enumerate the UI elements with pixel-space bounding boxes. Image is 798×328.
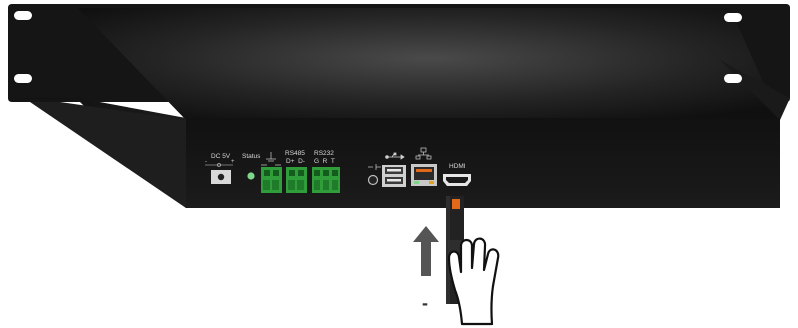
hand-pointer-icon — [447, 237, 500, 326]
terminal-block-rs485[interactable] — [286, 167, 307, 193]
minus-sign: - — [422, 293, 428, 313]
front-panel — [186, 118, 780, 208]
ethernet-port[interactable] — [411, 164, 437, 186]
mount-hole — [724, 13, 742, 22]
rs485-pins-label: D+ D- — [286, 158, 305, 165]
status-label: Status — [242, 153, 261, 160]
rs232-pins-label: G R T — [314, 158, 335, 165]
svg-text:+: + — [231, 159, 235, 165]
terminal-block-rs232[interactable] — [312, 167, 340, 193]
terminal-block-power[interactable] — [261, 167, 282, 193]
hdmi-port[interactable] — [443, 174, 471, 186]
chassis-top-surface — [78, 8, 780, 120]
status-led — [247, 172, 255, 180]
chassis-left-bevel — [30, 102, 186, 208]
usb-ports[interactable] — [382, 165, 406, 187]
rs232-label: RS232 — [314, 150, 334, 157]
up-arrow-icon — [413, 226, 439, 276]
mount-hole — [724, 74, 742, 83]
audio-jack[interactable] — [367, 174, 379, 186]
rs485-label: RS485 — [285, 150, 305, 157]
hdmi-label: HDMI — [449, 163, 466, 170]
mount-hole — [14, 74, 32, 83]
svg-text:-: - — [205, 159, 207, 165]
mount-hole — [14, 11, 32, 20]
device-illustration: DC 5V - + Status RS485 D+ D- RS232 G R T — [8, 4, 790, 326]
dc-label: DC 5V — [211, 153, 231, 160]
